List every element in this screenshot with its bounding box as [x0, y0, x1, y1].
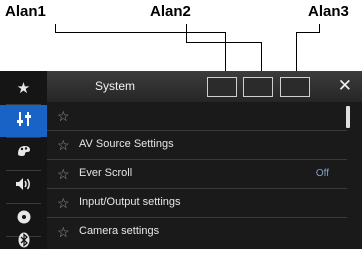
header-slot-alan3[interactable]: [280, 77, 310, 97]
leader-line-alan2-vertical: [186, 24, 187, 42]
sidebar: ★: [0, 71, 47, 249]
sidebar-system-settings-button[interactable]: [0, 105, 47, 137]
callout-label-alan2: Alan2: [150, 3, 191, 20]
sidebar-audio-button[interactable]: [0, 170, 47, 203]
list-item-label: AV Source Settings: [79, 138, 174, 150]
star-icon: ★: [16, 79, 31, 97]
theme-icon: [16, 144, 32, 163]
close-icon[interactable]: ✕: [338, 76, 352, 96]
disc-icon: [17, 210, 31, 229]
title-bar: System ✕: [47, 71, 362, 102]
star-outline-icon[interactable]: ☆: [57, 194, 70, 212]
sidebar-bluetooth-button[interactable]: [0, 232, 47, 253]
scrollbar-thumb[interactable]: [346, 106, 350, 128]
list-item-value: Off: [315, 168, 329, 179]
list-item-av-source-settings[interactable]: ☆ AV Source Settings: [47, 131, 347, 160]
header-slot-alan1[interactable]: [207, 77, 237, 97]
leader-line-alan1-horizontal: [55, 32, 225, 33]
bluetooth-icon: [18, 232, 30, 253]
leader-line-alan3-horizontal: [296, 32, 320, 33]
list-item-input-output-settings[interactable]: ☆ Input/Output settings: [47, 189, 347, 218]
leader-line-alan1-vertical: [55, 24, 56, 32]
header-slot-alan2[interactable]: [243, 77, 273, 97]
settings-icon: [16, 111, 31, 132]
list-item-label: Input/Output settings: [79, 196, 181, 208]
star-outline-icon[interactable]: ☆: [57, 136, 70, 154]
audio-icon: [15, 177, 33, 196]
sidebar-theme-button[interactable]: [0, 137, 47, 170]
callout-label-alan3: Alan3: [308, 3, 349, 20]
leader-line-alan2-horizontal: [186, 42, 261, 43]
list-item-ever-scroll[interactable]: ☆ Ever Scroll Off: [47, 160, 347, 189]
star-outline-icon[interactable]: ☆: [57, 107, 70, 125]
leader-line-alan3-vertical: [319, 24, 320, 32]
star-outline-icon[interactable]: ☆: [57, 223, 70, 241]
star-outline-icon[interactable]: ☆: [57, 165, 70, 183]
settings-list: ☆ ☆ AV Source Settings ☆ Ever Scroll Off…: [47, 102, 362, 249]
callout-label-alan1: Alan1: [5, 3, 46, 20]
sidebar-favorites-button[interactable]: ★: [0, 71, 47, 104]
list-item[interactable]: ☆: [47, 102, 350, 131]
list-item-label: Camera settings: [79, 225, 160, 237]
list-item-label: Ever Scroll: [79, 167, 133, 179]
page-title: System: [95, 79, 136, 93]
list-item-camera-settings[interactable]: ☆ Camera settings: [47, 218, 347, 247]
